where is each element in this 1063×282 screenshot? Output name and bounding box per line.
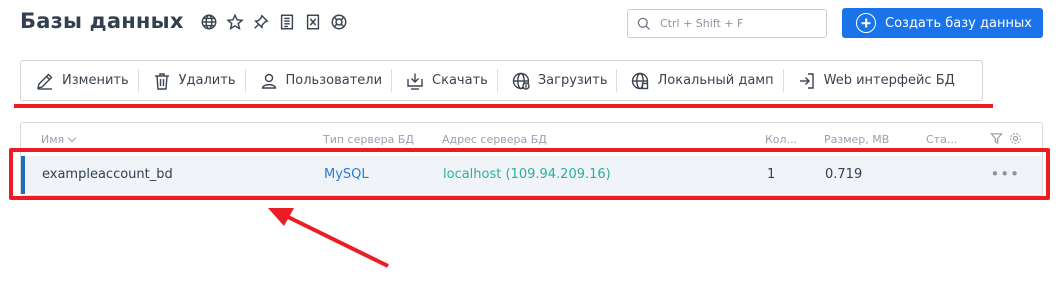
delete-button[interactable]: Удалить (137, 61, 245, 100)
download-label: Скачать (432, 73, 488, 88)
trash-icon (154, 72, 169, 90)
chevron-down-icon (67, 133, 77, 143)
web-interface-label: Web интерфейс БД (823, 73, 955, 88)
download-button[interactable]: Скачать (391, 61, 497, 100)
page-title: Базы данных (20, 9, 184, 33)
upload-button[interactable]: Загрузить (496, 61, 617, 100)
toolbar: Изменить Удалить Пользователи Скачать За… (20, 60, 983, 101)
databases-page: Базы данных Создать базу данных Изме (0, 0, 1063, 282)
delete-label: Удалить (178, 73, 236, 88)
lifebuoy-icon[interactable] (328, 11, 349, 33)
annotation-arrow (268, 208, 389, 268)
create-database-button[interactable]: Создать базу данных (842, 8, 1043, 38)
annotation-underline (14, 104, 993, 108)
upload-label: Загрузить (537, 73, 608, 88)
header-icons (198, 11, 349, 33)
column-connections[interactable]: Кол... (765, 133, 797, 146)
column-name[interactable]: Имя (41, 133, 77, 146)
annotation-highlight-box (9, 148, 1050, 200)
excel-icon[interactable] (302, 11, 323, 33)
users-label: Пользователи (285, 73, 383, 88)
local-dump-label: Локальный дамп (657, 73, 774, 88)
edit-button[interactable]: Изменить (21, 61, 138, 100)
document-icon[interactable] (276, 11, 297, 33)
gear-icon[interactable] (1009, 132, 1022, 145)
download-icon (407, 73, 423, 90)
web-interface-button[interactable]: Web интерфейс БД (782, 61, 964, 100)
pin-icon[interactable] (250, 11, 271, 33)
search-input[interactable] (660, 17, 820, 30)
search-box[interactable] (627, 9, 827, 38)
column-status[interactable]: Ста... (926, 133, 957, 146)
column-server-type[interactable]: Тип сервера БД (323, 133, 414, 146)
globe-dump-icon (632, 72, 649, 89)
user-icon (261, 73, 276, 89)
plus-circle-icon (856, 13, 876, 33)
local-dump-button[interactable]: Локальный дамп (616, 61, 782, 100)
globe-upload-icon (512, 72, 530, 90)
column-server-address[interactable]: Адрес сервера БД (442, 133, 547, 146)
star-icon[interactable] (224, 11, 245, 33)
edit-label: Изменить (62, 73, 129, 88)
filter-icon[interactable] (990, 132, 1003, 145)
create-database-label: Создать базу данных (885, 15, 1032, 31)
pencil-icon (37, 73, 53, 90)
users-button[interactable]: Пользователи (244, 61, 392, 100)
globe-icon[interactable] (198, 11, 219, 33)
search-icon (637, 17, 651, 30)
column-size[interactable]: Размер, MB (824, 133, 889, 146)
login-icon (799, 72, 814, 89)
header-tools (990, 132, 1022, 145)
